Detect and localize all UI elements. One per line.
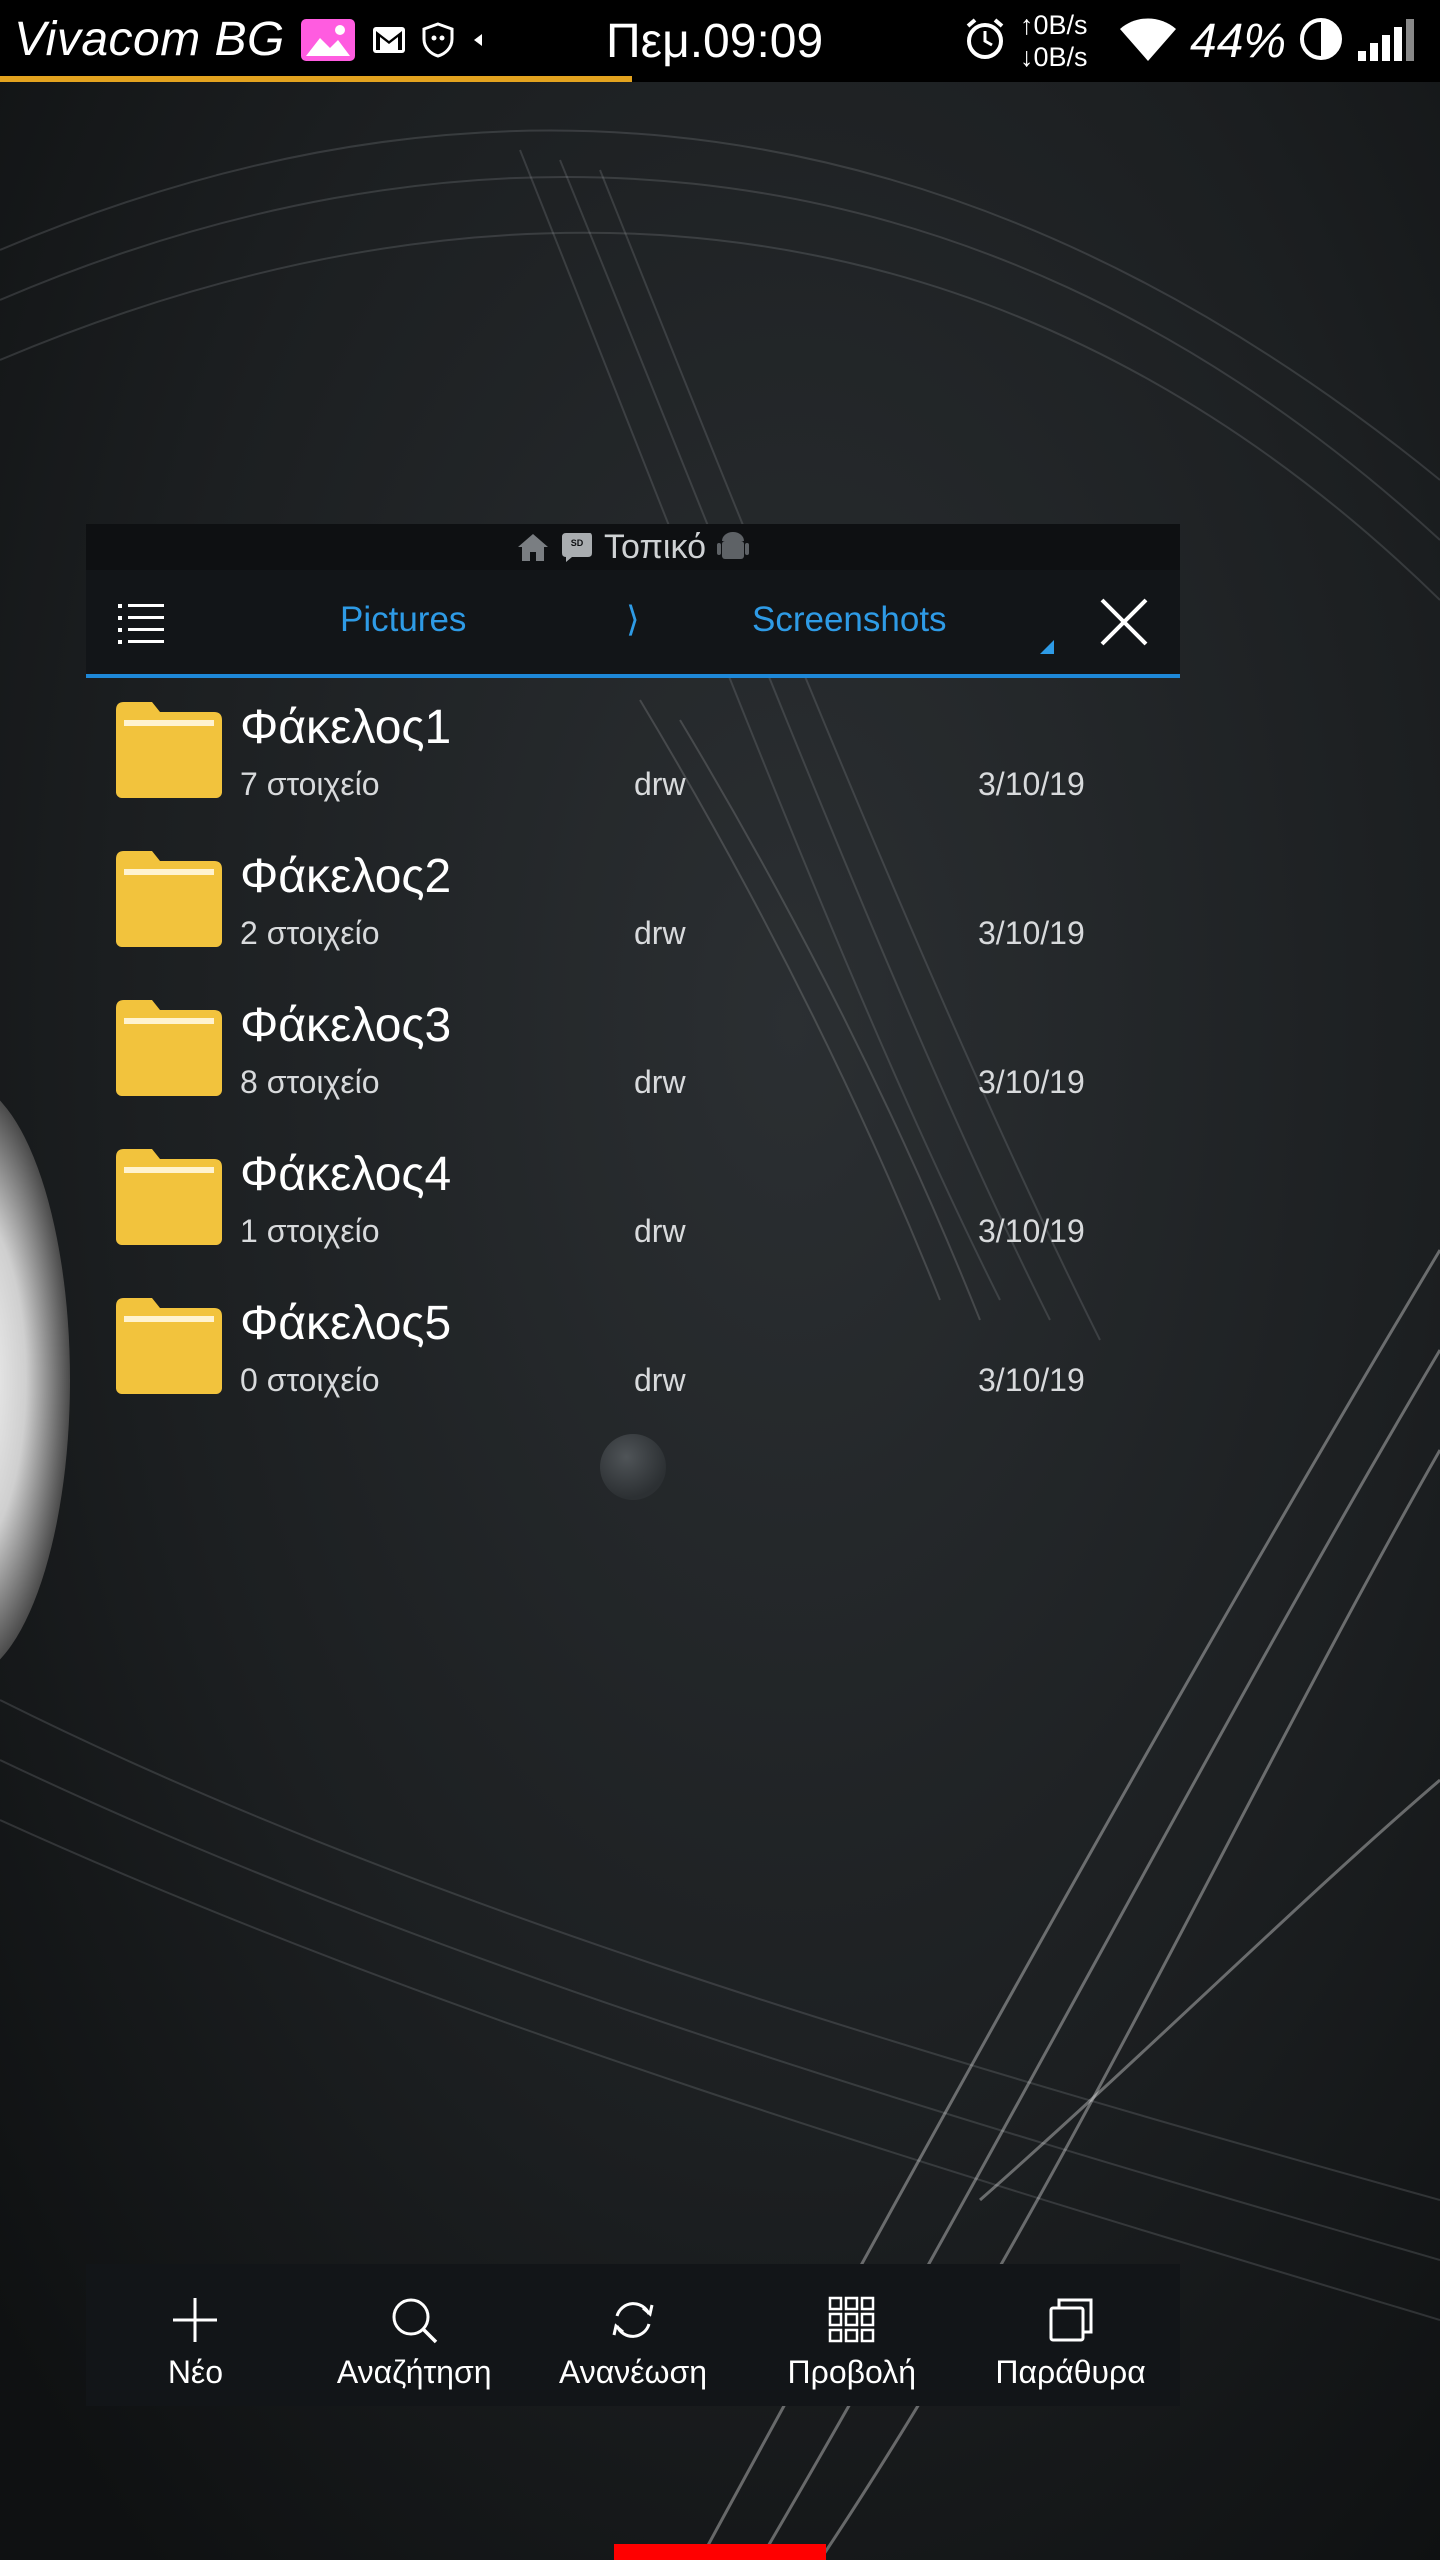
file-date: 3/10/19 [978, 1362, 1085, 1398]
battery-saver-icon [1298, 16, 1344, 67]
location-label[interactable]: Τοπικό [604, 528, 706, 567]
file-item-count: 8 στοιχείο [240, 1064, 380, 1100]
file-name: Φάκελος1 [240, 701, 452, 754]
file-date: 3/10/19 [978, 915, 1085, 951]
file-permissions: drw [634, 766, 686, 802]
upload-speed: ↑0B/s [1020, 10, 1088, 40]
file-item-count: 7 στοιχείο [240, 766, 380, 802]
file-item-count: 1 στοιχείο [240, 1213, 380, 1249]
menu-icon[interactable] [116, 596, 168, 648]
file-item-count: 2 στοιχείο [240, 915, 380, 951]
file-name: Φάκελος2 [240, 850, 452, 903]
path-bar: Pictures ⟩ Screenshots [86, 570, 1180, 678]
carrier-label: Vivacom BG [14, 13, 285, 66]
grid-view-icon [828, 2296, 875, 2343]
loading-progress [0, 76, 632, 82]
file-permissions: drw [634, 915, 686, 951]
new-label: Νέο [167, 2354, 223, 2390]
list-item[interactable]: Φάκελος1 7 στοιχείο drw 3/10/19 [86, 678, 1180, 826]
status-bar: Vivacom BG Πεμ.09:09 ↑0B/s ↓0B/s 44% [0, 0, 1440, 82]
file-name: Φάκελος4 [240, 1148, 452, 1201]
plus-icon [173, 2298, 218, 2342]
sd-card-icon[interactable]: SD [560, 531, 594, 563]
path-dropdown-icon[interactable] [1040, 640, 1054, 654]
system-icons: ↑0B/s ↓0B/s 44% [962, 8, 1416, 74]
breadcrumb-separator: ⟩ [626, 600, 640, 639]
screen: Vivacom BG Πεμ.09:09 ↑0B/s ↓0B/s 44% SD … [0, 0, 1440, 2560]
windows-icon [1049, 2298, 1093, 2342]
list-item[interactable]: Φάκελος2 2 στοιχείο drw 3/10/19 [86, 827, 1180, 975]
folder-icon [116, 1149, 222, 1245]
scroll-handle[interactable] [600, 1434, 666, 1500]
file-date: 3/10/19 [978, 1213, 1085, 1249]
alarm-icon [962, 16, 1008, 67]
windows-label: Παράθυρα [995, 2354, 1146, 2390]
home-icon[interactable] [516, 531, 550, 563]
new-button[interactable]: Νέο [86, 2264, 305, 2406]
folder-icon [116, 702, 222, 798]
refresh-icon [612, 2302, 654, 2338]
clock: Πεμ.09:09 [606, 15, 824, 68]
location-bar: SD Τοπικό [86, 524, 1180, 570]
download-speed: ↓0B/s [1020, 42, 1088, 72]
close-icon[interactable] [1096, 594, 1152, 650]
breadcrumb-screenshots[interactable]: Screenshots [752, 600, 947, 640]
refresh-button[interactable]: Ανανέωση [524, 2264, 743, 2406]
search-button[interactable]: Αναζήτηση [305, 2264, 524, 2406]
network-speed: ↑0B/s ↓0B/s [1020, 9, 1106, 73]
view-button[interactable]: Προβολή [742, 2264, 961, 2406]
search-label: Αναζήτηση [336, 2354, 492, 2390]
list-item[interactable]: Φάκελος3 8 στοιχείο drw 3/10/19 [86, 976, 1180, 1124]
folder-icon [116, 1298, 222, 1394]
arrow-left-icon [470, 30, 486, 55]
windows-button[interactable]: Παράθυρα [961, 2264, 1180, 2406]
list-item[interactable]: Φάκελος5 0 στοιχείο drw 3/10/19 [86, 1274, 1180, 1422]
folder-icon [116, 851, 222, 947]
refresh-label: Ανανέωση [558, 2354, 708, 2390]
file-permissions: drw [634, 1362, 686, 1398]
svg-text:SD: SD [571, 538, 584, 548]
shield-icon [422, 21, 454, 63]
folder-icon [116, 1000, 222, 1096]
file-date: 3/10/19 [978, 766, 1085, 802]
android-icon[interactable] [716, 531, 750, 563]
file-permissions: drw [634, 1213, 686, 1249]
file-name: Φάκελος5 [240, 1297, 452, 1350]
notification-icons [300, 14, 486, 70]
breadcrumb-pictures[interactable]: Pictures [340, 600, 466, 640]
bottom-toolbar: Νέο Αναζήτηση Ανανέωση Προβολή Παράθυρα [86, 2264, 1180, 2406]
file-permissions: drw [634, 1064, 686, 1100]
view-label: Προβολή [787, 2354, 917, 2390]
search-icon [392, 2298, 438, 2344]
file-date: 3/10/19 [978, 1064, 1085, 1100]
navigation-indicator [614, 2544, 826, 2560]
file-item-count: 0 στοιχείο [240, 1362, 380, 1398]
file-manager-window: SD Τοπικό Pictures ⟩ Screenshots Φάκελος… [86, 524, 1180, 1398]
file-name: Φάκελος3 [240, 999, 452, 1052]
signal-icon [1356, 15, 1416, 68]
wifi-icon [1118, 15, 1178, 68]
battery-percent: 44% [1190, 14, 1287, 68]
gmail-icon [372, 25, 406, 60]
list-item[interactable]: Φάκελος4 1 στοιχείο drw 3/10/19 [86, 1125, 1180, 1273]
image-icon [300, 18, 356, 67]
